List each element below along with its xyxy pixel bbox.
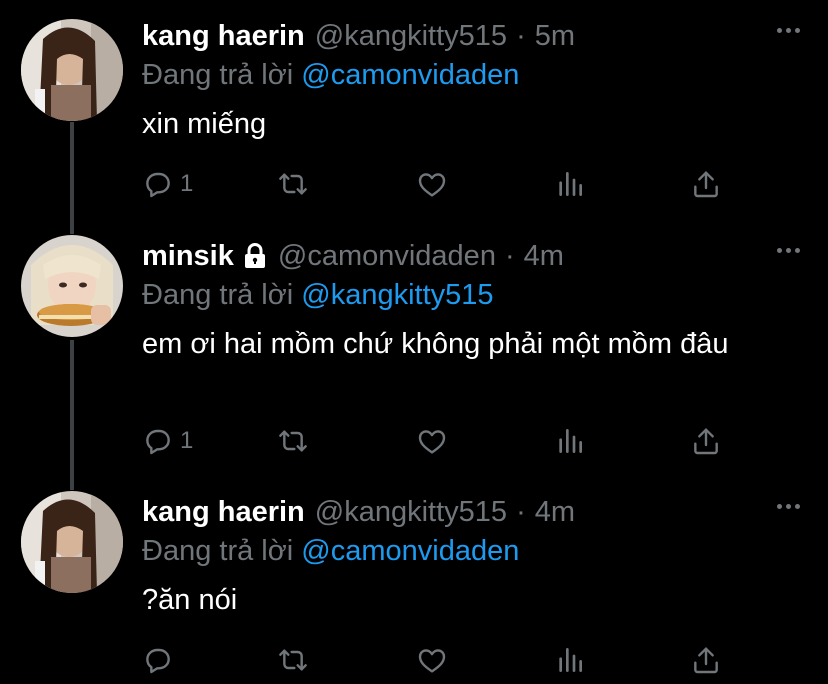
tweet-text: xin miếng xyxy=(142,108,267,140)
user-handle[interactable]: @kangkitty515 xyxy=(315,492,507,532)
display-name[interactable]: kang haerin xyxy=(142,492,305,532)
separator: · xyxy=(516,20,526,52)
avatar-photo xyxy=(21,235,123,337)
avatar-photo xyxy=(21,491,123,593)
analytics-button[interactable] xyxy=(554,424,586,458)
like-icon xyxy=(418,173,446,197)
tweet-actions: 1 xyxy=(142,167,742,201)
retweet-button[interactable] xyxy=(276,643,310,677)
reply-mention[interactable]: @kangkitty515 xyxy=(301,279,493,311)
reply-icon xyxy=(146,172,170,198)
replying-to: Đang trả lời @kangkitty515 xyxy=(142,275,494,315)
analytics-button[interactable] xyxy=(554,643,586,677)
analytics-icon xyxy=(559,172,582,196)
share-icon xyxy=(694,171,718,198)
tweet[interactable]: minsik @camonvidaden · 4m Đang trả lời @… xyxy=(0,220,828,484)
share-button[interactable] xyxy=(690,424,722,458)
retweet-icon xyxy=(279,649,307,671)
tweet-actions: 1 xyxy=(142,424,742,458)
reply-button[interactable] xyxy=(142,643,180,677)
replying-to-label: Đang trả lời xyxy=(142,279,294,311)
like-icon xyxy=(418,649,446,673)
replying-to: Đang trả lời @camonvidaden xyxy=(142,531,519,571)
timestamp[interactable]: 4m xyxy=(535,492,575,532)
retweet-icon xyxy=(279,430,307,452)
more-icon[interactable] xyxy=(777,28,800,33)
tweet-header: minsik @camonvidaden · 4m xyxy=(142,236,564,276)
replying-to-label: Đang trả lời xyxy=(142,535,294,567)
analytics-icon xyxy=(559,429,582,453)
share-button[interactable] xyxy=(690,643,722,677)
reply-count: 1 xyxy=(180,427,194,454)
analytics-button[interactable] xyxy=(554,167,586,201)
like-icon xyxy=(418,430,446,454)
retweet-icon xyxy=(279,173,307,195)
reply-count: 1 xyxy=(180,170,194,197)
tweet[interactable]: kang haerin @kangkitty515 · 4m Đang trả … xyxy=(0,476,828,684)
separator: · xyxy=(516,496,526,528)
tweet-text: em ơi hai mồm chứ không phải một mồm đâu xyxy=(142,328,729,360)
tweet-header: kang haerin @kangkitty515 · 5m xyxy=(142,16,575,56)
avatar[interactable] xyxy=(21,19,123,121)
user-handle[interactable]: @camonvidaden xyxy=(278,236,496,276)
reply-button[interactable]: 1 xyxy=(142,167,193,201)
reply-mention[interactable]: @camonvidaden xyxy=(301,59,519,91)
retweet-button[interactable] xyxy=(276,424,310,458)
tweet-actions xyxy=(142,643,742,677)
like-button[interactable] xyxy=(416,167,448,201)
separator: · xyxy=(504,240,515,272)
share-icon xyxy=(694,647,718,674)
like-button[interactable] xyxy=(416,643,448,677)
tweet[interactable]: kang haerin @kangkitty515 · 5m Đang trả … xyxy=(0,0,828,220)
reply-mention[interactable]: @camonvidaden xyxy=(301,535,519,567)
analytics-icon xyxy=(559,648,582,672)
timestamp[interactable]: 5m xyxy=(535,16,575,56)
avatar-photo xyxy=(21,19,123,121)
user-handle[interactable]: @kangkitty515 xyxy=(315,16,507,56)
more-icon[interactable] xyxy=(777,504,800,509)
avatar[interactable] xyxy=(21,491,123,593)
reply-icon xyxy=(146,648,170,674)
avatar[interactable] xyxy=(21,235,123,337)
share-icon xyxy=(694,428,718,455)
like-button[interactable] xyxy=(416,424,448,458)
timestamp[interactable]: 4m xyxy=(524,236,564,276)
more-icon[interactable] xyxy=(777,248,800,253)
display-name[interactable]: minsik xyxy=(142,236,234,276)
display-name[interactable]: kang haerin xyxy=(142,16,305,56)
replying-to: Đang trả lời @camonvidaden xyxy=(142,55,519,95)
tweet-text: ?ăn nói xyxy=(142,584,238,616)
tweet-header: kang haerin @kangkitty515 · 4m xyxy=(142,492,575,532)
retweet-button[interactable] xyxy=(276,167,310,201)
reply-button[interactable]: 1 xyxy=(142,424,193,458)
share-button[interactable] xyxy=(690,167,722,201)
lock-icon xyxy=(242,242,268,270)
replying-to-label: Đang trả lời xyxy=(142,59,294,91)
reply-icon xyxy=(146,429,170,455)
